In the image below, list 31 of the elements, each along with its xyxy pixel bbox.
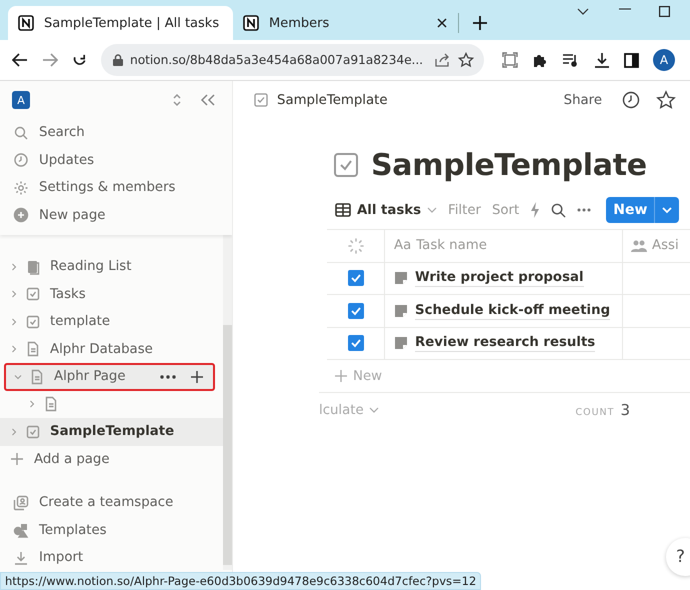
browser-tab[interactable]: SampleTemplate | All tasks: [8, 6, 233, 40]
breadcrumb-link[interactable]: SampleTemplate: [277, 92, 388, 108]
sidebar-menu-item[interactable]: Search: [0, 119, 232, 146]
sidebar-footer-item[interactable]: Templates: [0, 516, 223, 544]
sidebar-page-item[interactable]: SampleTemplate: [0, 418, 223, 446]
page-title: SampleTemplate: [371, 148, 647, 182]
view-tab[interactable]: All tasks: [335, 202, 438, 218]
sidebar-page-item[interactable]: Alphr Page: [4, 363, 215, 390]
sidebar-footer-item[interactable]: Import: [0, 544, 223, 572]
sidebar-page-item[interactable]: Alphr Database: [0, 336, 223, 363]
sidebar-menu-item[interactable]: New page: [0, 202, 232, 229]
task-name[interactable]: Review research results: [415, 334, 596, 352]
profile-avatar[interactable]: A: [653, 49, 675, 71]
browser-tab[interactable]: Members: [233, 6, 458, 40]
sidebar-footer-item[interactable]: Create a teamspace: [0, 489, 223, 516]
task-name[interactable]: Write project proposal: [415, 269, 584, 288]
status-url: https://www.notion.so/Alphr-Page-e60d3b0639d9478e9c6338c604d7cfec?pvs=12: [0, 572, 482, 590]
sidebar-page-item[interactable]: Reading List: [0, 253, 223, 280]
help-button[interactable]: ?: [666, 538, 690, 576]
add-page-button[interactable]: Add a page: [0, 446, 223, 473]
address-bar[interactable]: notion.so/8b48da5a3e454a68a007a91a8234e...: [101, 44, 484, 76]
share-button[interactable]: Share: [564, 92, 602, 108]
sidebar-page-item[interactable]: template: [0, 308, 223, 336]
task-name[interactable]: Schedule kick-off meeting: [415, 302, 610, 320]
sidebar-page-item[interactable]: Tasks: [0, 280, 223, 308]
sidebar-menu-item[interactable]: Settings & members: [0, 174, 232, 202]
new-button[interactable]: New: [606, 197, 680, 223]
count-value: 3: [620, 401, 630, 419]
workspace-avatar[interactable]: A: [12, 91, 30, 109]
count-label: COUNT: [575, 407, 614, 418]
sidebar-menu-item[interactable]: Updates: [0, 146, 232, 174]
